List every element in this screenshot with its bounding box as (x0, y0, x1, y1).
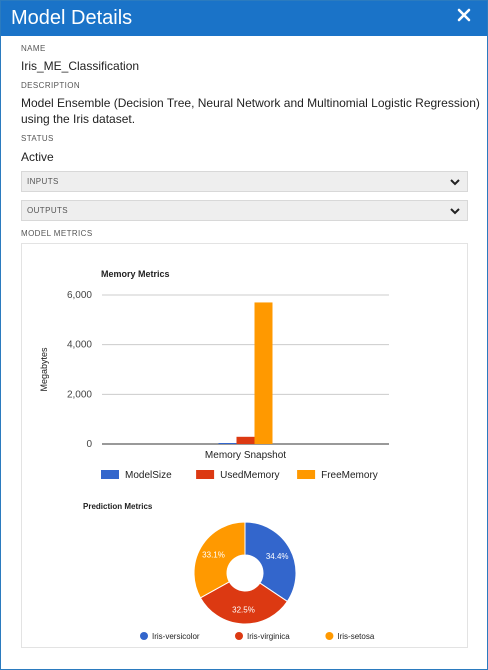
legend-label: FreeMemory (321, 470, 378, 481)
pie-slice-label: 32.5% (232, 605, 255, 614)
x-tick-label: Memory Snapshot (205, 450, 286, 461)
name-value: Iris_ME_Classification (21, 59, 140, 73)
legend-swatch (101, 470, 119, 479)
legend-label: ModelSize (125, 470, 172, 481)
y-tick-label: 2,000 (67, 389, 92, 400)
bar-modelsize (218, 443, 237, 444)
chevron-down-icon (450, 208, 460, 215)
status-value: Active (21, 150, 54, 164)
bar-chart-title: Memory Metrics (101, 269, 170, 279)
legend-label: Iris-setosa (337, 632, 374, 641)
description-line-2: using the Iris dataset. (21, 112, 136, 126)
model-metrics-label: MODEL METRICS (21, 229, 93, 238)
y-tick-label: 6,000 (67, 290, 92, 301)
status-label: STATUS (21, 134, 54, 143)
legend-swatch (196, 470, 215, 479)
y-tick-label: 4,000 (67, 340, 92, 351)
pie-chart-title: Prediction Metrics (83, 502, 153, 511)
legend-swatch (235, 632, 243, 640)
chevron-down-icon (450, 179, 460, 186)
dialog-header: Model Details (1, 1, 487, 36)
name-label: NAME (21, 44, 46, 53)
metrics-charts: Memory Metrics 0 2,000 4,000 6,000 Megabytes M… (39, 269, 389, 641)
legend-swatch (140, 632, 148, 640)
close-icon[interactable] (457, 8, 471, 22)
y-tick-label: 0 (86, 439, 92, 450)
legend-swatch (297, 470, 316, 479)
model-details-dialog: Model Details NAME Iris_ME_Classificatio… (0, 0, 488, 670)
description-line-1: Model Ensemble (Decision Tree, Neural Ne… (21, 96, 480, 110)
inputs-label: INPUTS (27, 177, 59, 186)
y-axis-label: Megabytes (39, 347, 49, 392)
bar-freememory (254, 302, 273, 444)
description-label: DESCRIPTION (21, 81, 81, 90)
model-metrics-panel: Memory Metrics 0 2,000 4,000 6,000 Megabytes M… (21, 243, 468, 648)
dialog-title: Model Details (11, 7, 133, 29)
legend-swatch (325, 632, 334, 640)
legend-label: UsedMemory (220, 470, 279, 481)
pie-slice-label: 34.4% (266, 552, 289, 561)
legend-label: Iris-virginica (247, 632, 290, 641)
bar-usedmemory (236, 436, 255, 444)
pie-slice-label: 33.1% (202, 551, 225, 560)
inputs-accordion[interactable]: INPUTS (21, 171, 468, 192)
outputs-accordion[interactable]: OUTPUTS (21, 200, 468, 221)
outputs-label: OUTPUTS (27, 206, 69, 215)
pie-slice-iris-setosa (193, 521, 246, 599)
legend-label: Iris-versicolor (152, 632, 200, 641)
